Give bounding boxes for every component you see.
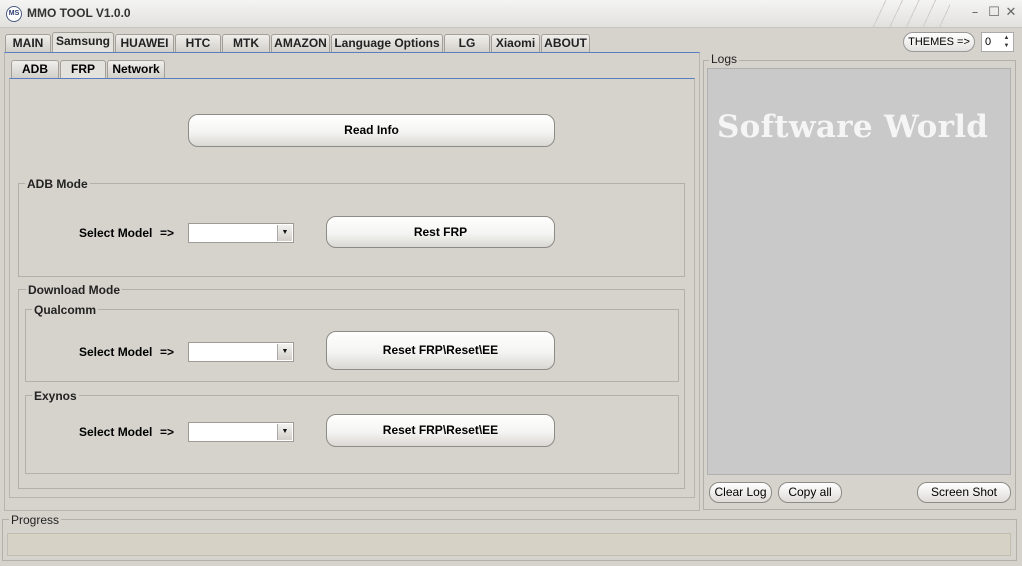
qualcomm-reset-frp-button[interactable]: Reset FRP\Reset\EE	[326, 331, 555, 370]
tab-huawei[interactable]: HUAWEI	[115, 34, 174, 52]
tab-about[interactable]: ABOUT	[541, 34, 590, 52]
subtab-network[interactable]: Network	[107, 60, 165, 78]
tab-amazon[interactable]: AMAZON	[271, 34, 330, 52]
progress-bar	[7, 533, 1011, 556]
subtab-adb[interactable]: ADB	[11, 60, 59, 78]
clear-log-button[interactable]: Clear Log	[709, 482, 772, 503]
screen-shot-button[interactable]: Screen Shot	[917, 482, 1011, 503]
download-mode-title: Download Mode	[26, 283, 122, 297]
tab-lg[interactable]: LG	[444, 34, 490, 52]
qualcomm-select-model-label: Select Model	[79, 345, 153, 359]
qualcomm-title: Qualcomm	[32, 303, 99, 317]
window-title: MMO TOOL V1.0.0	[27, 6, 131, 20]
exynos-reset-frp-button[interactable]: Reset FRP\Reset\EE	[326, 414, 555, 447]
exynos-model-select[interactable]: ▼	[188, 422, 294, 442]
title-bar-decoration	[870, 0, 950, 27]
adb-model-select[interactable]: ▼	[188, 223, 294, 243]
log-text: Software World	[717, 109, 989, 145]
maximize-button[interactable]: ☐	[985, 4, 1003, 22]
qualcomm-model-select[interactable]: ▼	[188, 342, 294, 362]
theme-value: 0	[985, 36, 992, 48]
qualcomm-arrow-label: =>	[160, 345, 175, 359]
tab-xiaomi[interactable]: Xiaomi	[491, 34, 540, 52]
spinner-arrows-icon[interactable]: ▲ ▼	[1001, 34, 1012, 50]
chevron-down-icon[interactable]: ▼	[277, 225, 292, 241]
chevron-down-icon[interactable]: ▼	[277, 344, 292, 360]
tab-mtk[interactable]: MTK	[222, 34, 270, 52]
adb-select-model-label: Select Model	[79, 226, 153, 240]
read-info-button[interactable]: Read Info	[188, 114, 555, 147]
themes-button[interactable]: THEMES =>	[903, 32, 975, 52]
logs-title: Logs	[709, 52, 740, 66]
title-bar[interactable]	[0, 0, 1022, 28]
minimize-button[interactable]: –	[966, 4, 984, 22]
exynos-title: Exynos	[32, 389, 79, 403]
exynos-arrow-label: =>	[160, 425, 175, 439]
tab-language-options[interactable]: Language Options	[331, 34, 443, 52]
theme-spinner[interactable]: 0 ▲ ▼	[981, 32, 1014, 52]
copy-all-button[interactable]: Copy all	[778, 482, 842, 503]
tab-htc[interactable]: HTC	[175, 34, 221, 52]
exynos-select-model-label: Select Model	[79, 425, 153, 439]
chevron-down-icon[interactable]: ▼	[277, 424, 292, 440]
adb-arrow-label: =>	[160, 226, 175, 240]
rest-frp-button[interactable]: Rest FRP	[326, 216, 555, 248]
progress-title: Progress	[9, 513, 62, 527]
app-logo-icon: MS	[6, 6, 22, 22]
adb-mode-title: ADB Mode	[25, 177, 90, 191]
tab-main[interactable]: MAIN	[5, 34, 51, 52]
tab-samsung[interactable]: Samsung	[52, 32, 114, 52]
close-button[interactable]: ✕	[1002, 4, 1020, 22]
subtab-frp[interactable]: FRP	[60, 60, 106, 78]
